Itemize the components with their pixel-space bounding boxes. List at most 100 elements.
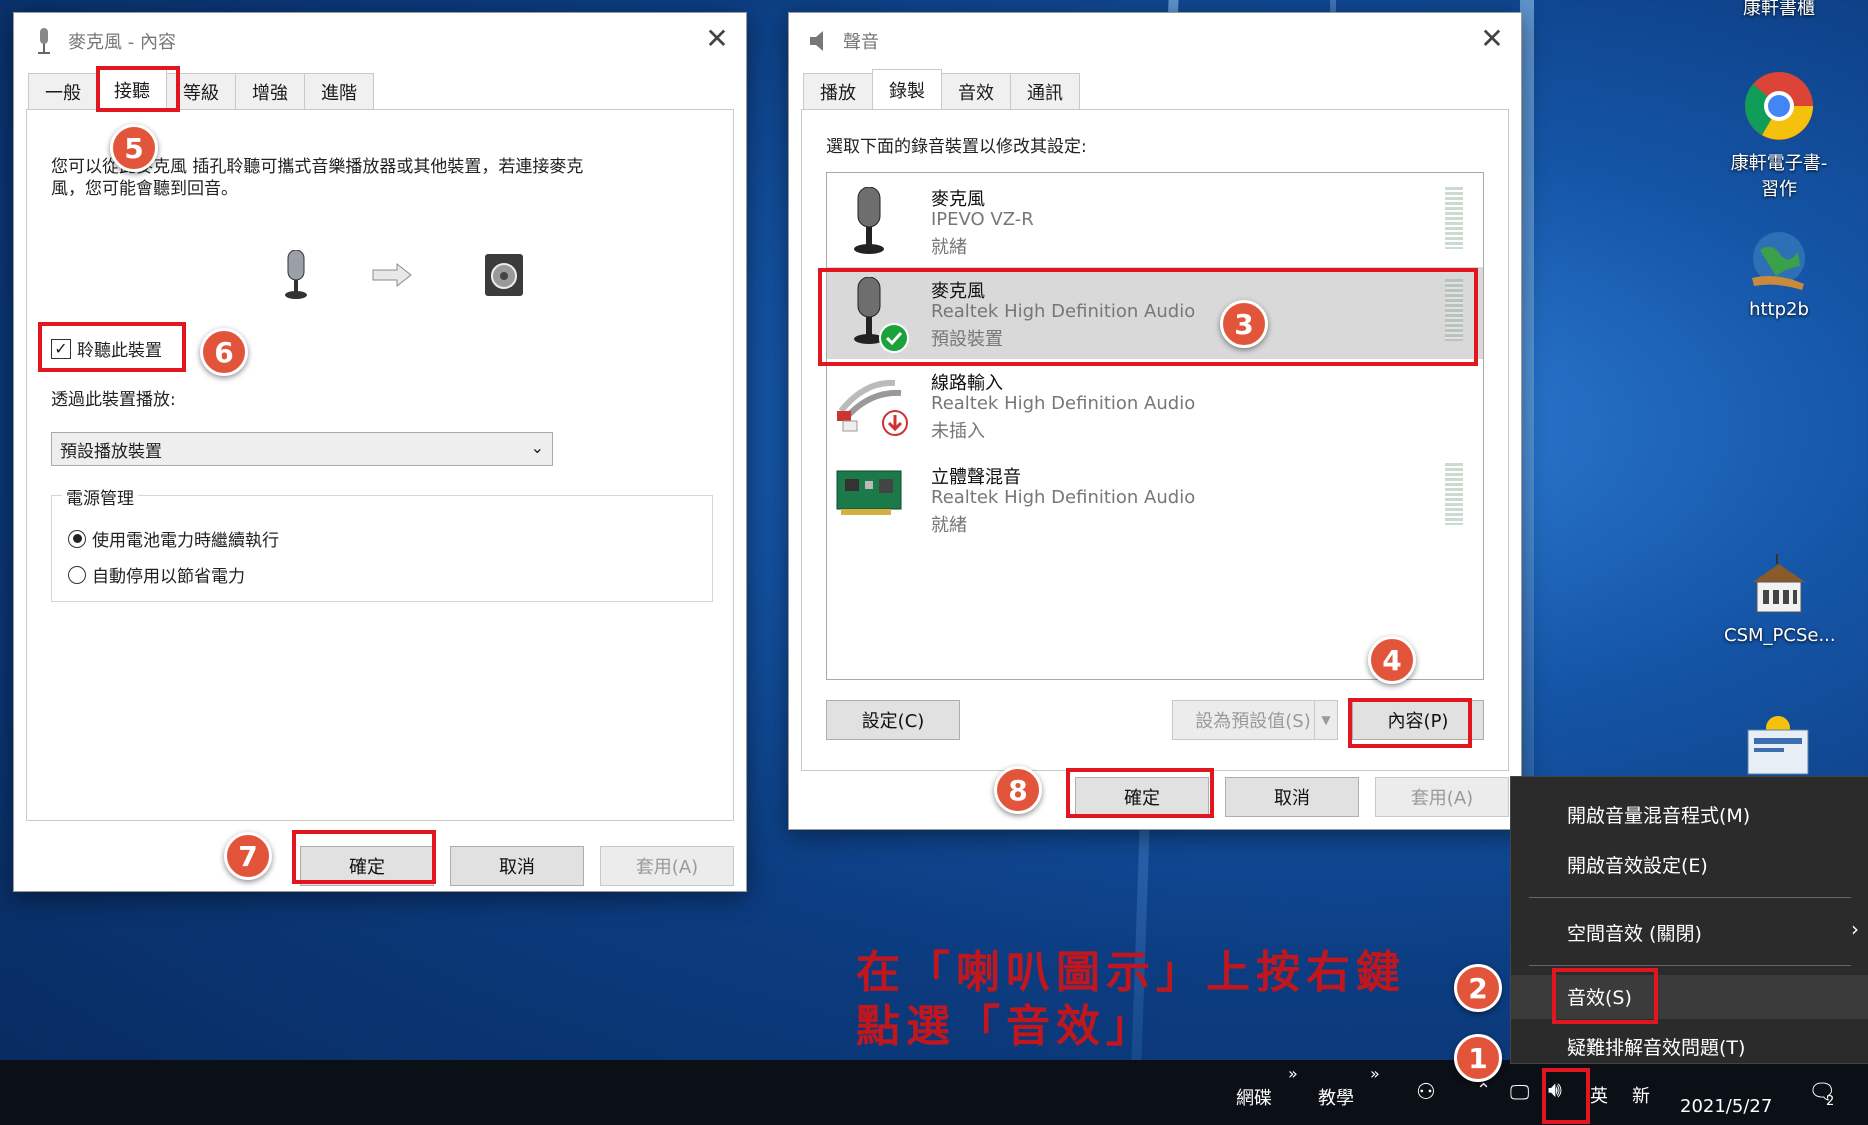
tab-communications[interactable]: 通訊 [1010,73,1080,110]
highlight-sounds-menu [1552,968,1658,1024]
menu-item-spatial-sound[interactable]: 空間音效 (關閉) [1567,919,1702,946]
device-driver: Realtek High Definition Audio [931,393,1196,414]
device-status: 未插入 [931,421,985,442]
device-list: 麥克風 IPEVO VZ-R 就緒 麥克風 Realtek High Defin… [826,172,1484,680]
tab-recording[interactable]: 錄製 [872,69,942,110]
callout-8: 8 [994,766,1042,814]
menu-item-sound-settings[interactable]: 開啟音效設定(E) [1567,851,1708,878]
microphone-icon [38,28,50,54]
radio-label: 自動停用以節省電力 [92,567,245,587]
desktop: { "colors":{"highlight":"#e1161f","callo… [0,0,1868,1125]
level-meter [1445,463,1463,525]
callout-1: 1 [1454,1034,1502,1082]
device-row[interactable]: 麥克風 IPEVO VZ-R 就緒 [827,173,1483,265]
window-title: 聲音 [843,32,879,53]
device-name: 麥克風 [931,189,985,210]
cancel-button[interactable]: 取消 [1225,777,1359,817]
tab-sounds[interactable]: 音效 [941,73,1011,110]
instruction-text: 選取下面的錄音裝置以修改其設定: [826,137,1087,157]
chevron-double-icon[interactable]: » [1288,1064,1298,1083]
microphone-icon [854,187,884,254]
callout-5: 5 [110,124,158,172]
tab-enhancements[interactable]: 增強 [235,73,305,110]
device-driver: Realtek High Definition Audio [931,487,1196,508]
configure-button[interactable]: 設定(C) [826,700,960,740]
chevron-down-icon: ▼ [1321,713,1331,727]
desktop-icon-label: CSM_PCSe... [1724,625,1836,646]
sound-card-icon [836,470,902,515]
menu-divider [1529,965,1851,966]
power-group-label: 電源管理 [62,484,138,509]
highlight-ok-mic [292,830,436,884]
chevron-up-icon[interactable]: ⌃ [1476,1080,1491,1101]
device-status: 就緒 [931,515,967,536]
menu-item-volume-mixer[interactable]: 開啟音量混音程式(M) [1567,801,1750,828]
arrow-right-icon [372,262,412,288]
device-name: 立體聲混音 [931,467,1021,488]
device-row[interactable]: 線路輸入 Realtek High Definition Audio 未插入 [827,361,1483,453]
window-title: 麥克風 - 內容 [68,32,176,53]
callout-7: 7 [224,832,272,880]
desktop-icon[interactable]: 康軒電子書-習作 [1724,70,1834,201]
radio-continue-on-battery[interactable]: 使用電池電力時繼續執行 [68,526,279,551]
highlight-listen-checkbox [38,322,186,372]
device-status: 就緒 [931,237,967,258]
listen-tab-pane: 您可以從此麥克風 插孔聆聽可攜式音樂播放器或其他裝置，若連接麥克 風，您可能會聽… [26,109,734,821]
people-icon[interactable]: ⚇ [1416,1080,1436,1105]
cancel-button[interactable]: 取消 [450,846,584,886]
title-bar: 麥克風 - 內容 ✕ [14,13,746,69]
close-button[interactable]: ✕ [1477,25,1507,53]
line-in-icon [837,379,908,436]
chevron-double-icon[interactable]: » [1370,1064,1380,1083]
set-default-dropdown[interactable]: ▼ [1314,700,1338,740]
chevron-down-icon: ⌄ [530,438,544,457]
desktop-icon-label: 康軒電子書-習作 [1730,153,1828,200]
highlight-ok-sound [1066,768,1214,818]
network-icon[interactable]: 🖵 [1510,1080,1529,1104]
toolbar-teaching[interactable]: 教學 [1318,1084,1354,1110]
desktop-icon-label: http2b [1749,299,1809,320]
callout-6: 6 [200,328,248,376]
desktop-icon[interactable]: 康軒書櫃 [1724,0,1834,20]
school-building-icon [1753,554,1805,613]
chrome-icon [1744,72,1813,140]
device-row[interactable]: 立體聲混音 Realtek High Definition Audio 就緒 [827,455,1483,547]
playback-select-value: 預設播放裝置 [60,441,162,462]
tab-strip: 播放 錄製 音效 通訊 [803,69,1080,110]
playback-label: 透過此裝置播放: [51,390,176,410]
tab-advanced[interactable]: 進階 [304,73,374,110]
notification-count: 2 [1826,1094,1835,1109]
globe-icon [1752,232,1805,290]
highlight-default-device [818,268,1478,366]
playback-device-select[interactable]: 預設播放裝置 ⌄ [51,432,553,466]
tab-playback[interactable]: 播放 [803,73,873,110]
clock-date[interactable]: 2021/5/27 [1680,1096,1772,1117]
apply-button[interactable]: 套用(A) [1375,777,1509,817]
radio-button[interactable] [68,565,86,584]
callout-2: 2 [1454,964,1502,1012]
toolbar-netdisk[interactable]: 網碟 [1236,1084,1272,1110]
set-default-button[interactable]: 設為預設值(S) [1172,700,1334,740]
desktop-icon[interactable]: CSM_PCSe... [1724,548,1836,646]
ime-english[interactable]: 英 [1590,1082,1608,1108]
desktop-icon[interactable]: http2b [1724,228,1834,320]
apply-button[interactable]: 套用(A) [600,846,734,886]
highlight-properties [1348,698,1472,748]
highlight-speaker-tray [1542,1068,1590,1124]
menu-item-troubleshoot[interactable]: 疑難排解音效問題(T) [1567,1033,1745,1060]
microphone-icon [285,250,307,299]
desktop-icon-label: 康軒書櫃 [1743,0,1815,19]
highlight-listen-tab [96,66,180,112]
tab-general[interactable]: 一般 [28,73,98,110]
radio-auto-disable[interactable]: 自動停用以節省電力 [68,562,245,587]
title-bar: 聲音 ✕ [789,13,1521,69]
speaker-icon [485,254,523,296]
device-name: 線路輸入 [931,373,1003,394]
radio-button[interactable] [68,529,86,548]
callout-3: 3 [1220,300,1268,348]
power-management-group: 電源管理 使用電池電力時繼續執行 自動停用以節省電力 [51,484,713,602]
ime-new[interactable]: 新 [1632,1082,1650,1108]
close-button[interactable]: ✕ [702,25,732,53]
callout-4: 4 [1368,636,1416,684]
menu-divider [1529,897,1851,898]
